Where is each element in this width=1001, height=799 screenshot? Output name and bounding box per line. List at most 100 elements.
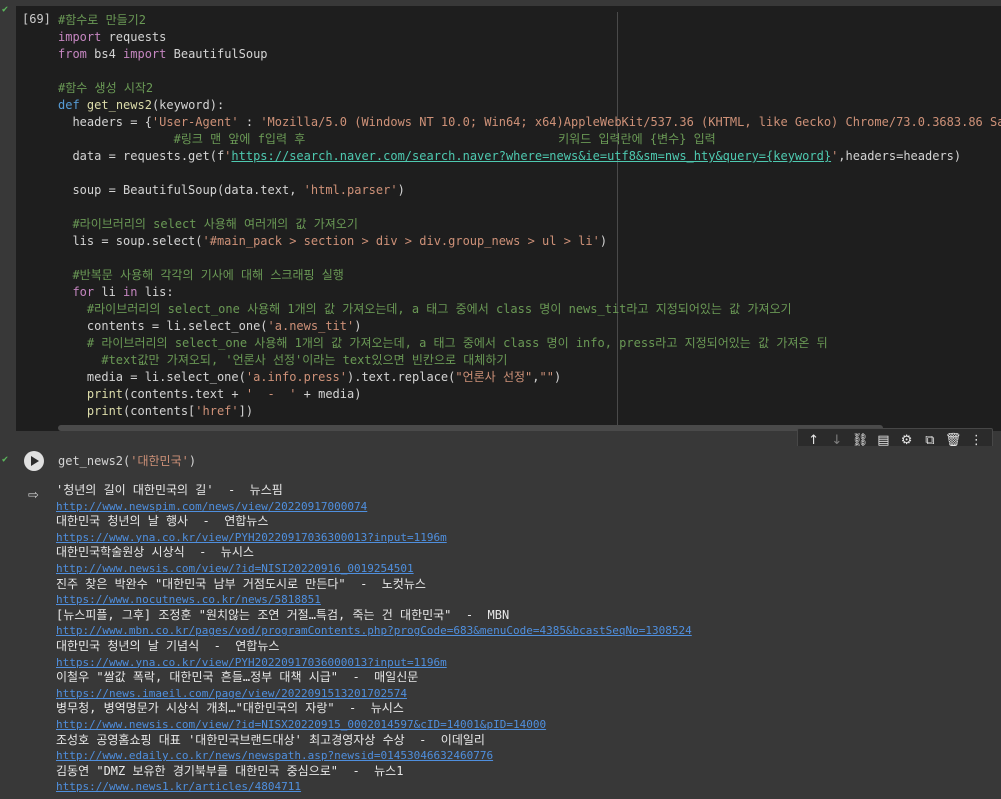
code-token: 'href' (195, 404, 239, 418)
code-token: : (238, 115, 261, 129)
output-link[interactable]: https://www.yna.co.kr/view/PYH2022091703… (56, 531, 447, 544)
code-line: import requests (58, 29, 1001, 46)
code-token: #라이브러리의 select 사용해 여러개의 값 가져오기 (72, 217, 358, 231)
code-token: #반복문 사용해 각각의 기사에 대해 스크래핑 실행 (72, 268, 344, 282)
run-cell-button[interactable] (24, 451, 44, 471)
code-editor[interactable]: #함수로 만들기2 import requests from bs4 import … (58, 12, 1001, 420)
code-token: print (86, 404, 124, 418)
output-title-line: 병무청, 병역명문가 시상식 개최…"대한민국의 자랑" - 뉴시스 (56, 701, 404, 716)
output-link[interactable]: https://www.news1.kr/articles/4804711 (56, 780, 301, 793)
output-link-line: https://www.news1.kr/articles/4804711 (56, 779, 692, 795)
output-title-line: 대한민국학술원상 시상식 - 뉴시스 (56, 545, 254, 560)
code-token: 'html.parser' (303, 183, 398, 197)
code-line: #라이브러리의 select 사용해 여러개의 값 가져오기 (58, 216, 1001, 233)
code-token: contents = li.select_one( (58, 319, 268, 333)
code-token: #함수 생성 시작2 (58, 81, 154, 95)
code-token: lis: (137, 285, 174, 299)
output-link[interactable]: http://www.mbn.co.kr/pages/vod/programCo… (56, 624, 692, 637)
code-token: lis = soup.select( (58, 234, 203, 248)
code-token: bs4 (86, 47, 124, 61)
play-icon (31, 456, 39, 466)
code-token: (contents[ (123, 404, 196, 418)
code-token: requests (101, 30, 167, 44)
code-line: soup = BeautifulSoup(data.text, 'html.pa… (58, 182, 1001, 199)
horizontal-scrollbar[interactable] (58, 425, 883, 431)
code-line: # 라이브러리의 select_one 사용해 1개의 값 가져오는데, a 태… (58, 335, 1001, 352)
code-cell[interactable]: [69] #함수로 만들기2 import requests from bs4 im… (16, 6, 1001, 431)
output-link[interactable]: https://www.nocutnews.co.kr/news/5818851 (56, 593, 321, 606)
code-token: ) (553, 370, 562, 384)
code-token: #라이브러리의 select_one 사용해 1개의 값 가져오는데, a 태그… (86, 302, 792, 316)
code-line: #text값만 가져오되, '언론사 선정'이라는 text있으면 빈칸으로 대… (58, 352, 1001, 369)
code-token: https://search.naver.com/search.naver?wh… (231, 149, 832, 163)
output-link-line: https://www.yna.co.kr/view/PYH2022091703… (56, 530, 692, 546)
code-token: ).text.replace( (347, 370, 456, 384)
code-token: '#main_pack > section > div > div.group_… (202, 234, 600, 248)
code-line: from bs4 import BeautifulSoup (58, 46, 1001, 63)
code-token: def (58, 98, 80, 112)
output-link[interactable]: https://news.imaeil.com/page/view/202209… (56, 687, 407, 700)
code-token: ) (599, 234, 608, 248)
run-cell-code[interactable]: get_news2('대한민국') (58, 452, 196, 469)
code-token: #링크 맨 앞에 f입력 후 키워드 입력란에 {변수} 입력 (173, 132, 716, 146)
code-line: print(contents.text + ' - ' + media) (58, 386, 1001, 403)
code-line: #라이브러리의 select_one 사용해 1개의 값 가져오는데, a 태그… (58, 301, 1001, 318)
code-token: in (123, 285, 138, 299)
code-token: #함수로 만들기2 (58, 13, 146, 27)
output-title-line: [뉴스피플, 그후] 조정훈 "원치않는 조연 거절…특검, 죽는 건 대한민국… (56, 607, 510, 622)
code-token: ' - ' (245, 387, 297, 401)
run-cell[interactable]: get_news2('대한민국') (16, 446, 1001, 476)
output-title-line: 조성호 공영홈쇼핑 대표 '대한민국브랜드대상' 최고경영자상 수상 - 이데일… (56, 732, 485, 747)
output-menu-icon[interactable]: ⇨ (28, 488, 39, 503)
code-line: media = li.select_one('a.info.press').te… (58, 369, 1001, 386)
code-token: + media) (296, 387, 362, 401)
code-token: (keyword): (151, 98, 225, 112)
code-token: get_news2 (86, 98, 152, 112)
code-token: ,headers=headers) (838, 149, 962, 163)
code-token: 'a.news_tit' (267, 319, 355, 333)
code-token: import (123, 47, 167, 61)
output-link-line: http://www.edaily.co.kr/news/newspath.as… (56, 748, 692, 764)
code-line: data = requests.get(f'https://search.nav… (58, 148, 1001, 165)
output-link[interactable]: https://www.yna.co.kr/view/PYH2022091703… (56, 656, 447, 669)
left-gutter: ✔ ✔ (0, 0, 16, 799)
output-link-line: https://www.nocutnews.co.kr/news/5818851 (56, 592, 692, 608)
output-link[interactable]: http://www.newsis.com/view/?id=NISI20220… (56, 562, 414, 575)
output-title-line: '청년의 길이 대한민국의 길' - 뉴스핌 (56, 483, 283, 497)
code-line: #반복문 사용해 각각의 기사에 대해 스크래핑 실행 (58, 267, 1001, 284)
output-link[interactable]: http://www.newspim.com/news/view/2022091… (56, 500, 367, 513)
output-title-line: 대한민국 청년의 날 기념식 - 연합뉴스 (56, 638, 280, 653)
output-link[interactable]: http://www.edaily.co.kr/news/newspath.as… (56, 749, 493, 762)
code-token: 'a.info.press' (245, 370, 347, 384)
code-token: media = li.select_one( (58, 370, 246, 384)
code-token: 'User-Agent' (151, 115, 239, 129)
code-line: for li in lis: (58, 284, 1001, 301)
output-title-line: 이철우 "쌀값 폭락, 대한민국 흔들…정부 대책 시급" - 매일신문 (56, 670, 419, 685)
output-link-line: http://www.newsis.com/view/?id=NISI20220… (56, 561, 692, 577)
output-lines: '청년의 길이 대한민국의 길' - 뉴스핌 http://www.newspim… (56, 483, 692, 795)
code-line: def get_news2(keyword): (58, 97, 1001, 114)
code-line: #링크 맨 앞에 f입력 후 키워드 입력란에 {변수} 입력 (58, 131, 1001, 148)
output-link-line: http://www.newsis.com/view/?id=NISX20220… (56, 717, 692, 733)
output-link-line: https://www.yna.co.kr/view/PYH2022091703… (56, 655, 692, 671)
run-cell-status-check-icon: ✔ (2, 454, 9, 465)
code-line: headers = {'User-Agent' : 'Mozilla/5.0 (… (58, 114, 1001, 131)
execution-count: [69] (22, 12, 51, 26)
output-title-line: 진주 찾은 박완수 "대한민국 남부 거점도시로 만든다" - 노컷뉴스 (56, 576, 426, 591)
code-line: #함수 생성 시작2 (58, 80, 1001, 97)
code-line: #함수로 만들기2 (58, 12, 1001, 29)
output-link[interactable]: http://www.newsis.com/view/?id=NISX20220… (56, 718, 546, 731)
code-line: contents = li.select_one('a.news_tit') (58, 318, 1001, 335)
code-line: lis = soup.select('#main_pack > section … (58, 233, 1001, 250)
code-token: print (86, 387, 124, 401)
